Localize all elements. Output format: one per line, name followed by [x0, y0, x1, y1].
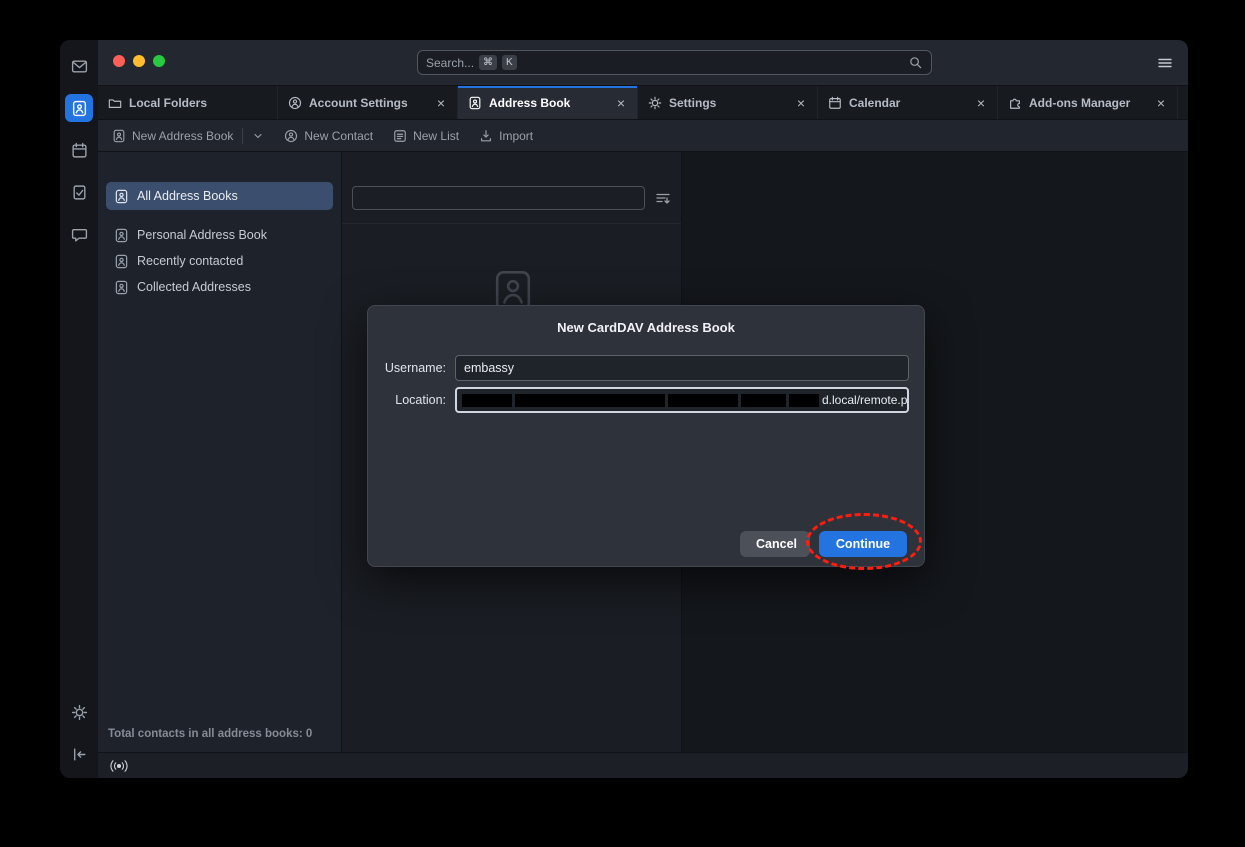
tab-settings[interactable]: Settings ×	[638, 86, 818, 119]
new-list-button[interactable]: New List	[393, 129, 459, 143]
search-placeholder: Search...	[426, 56, 474, 70]
macos-window-controls	[113, 55, 165, 67]
chevron-down-icon[interactable]	[252, 130, 264, 142]
address-book-icon	[71, 100, 88, 117]
gear-icon	[648, 96, 662, 110]
new-contact-button[interactable]: New Contact	[284, 129, 373, 143]
address-book-icon	[114, 228, 129, 243]
tab-close-icon[interactable]: ×	[1155, 96, 1167, 110]
address-book-item-personal[interactable]: Personal Address Book	[106, 222, 333, 248]
envelope-icon	[71, 58, 88, 75]
tab-address-book[interactable]: Address Book ×	[458, 86, 638, 119]
dialog-title: New CardDAV Address Book	[368, 306, 924, 335]
chat-icon	[71, 226, 88, 243]
tab-close-icon[interactable]: ×	[975, 96, 987, 110]
address-book-item-all[interactable]: All Address Books	[106, 182, 333, 210]
total-contacts-status: Total contacts in all address books: 0	[108, 728, 312, 740]
status-bar	[98, 752, 1188, 778]
tab-close-icon[interactable]: ×	[435, 96, 447, 110]
new-address-book-button[interactable]: New Address Book	[112, 128, 264, 144]
address-book-item-recent[interactable]: Recently contacted	[106, 248, 333, 274]
list-icon	[393, 129, 407, 143]
mail-space-button[interactable]	[65, 52, 93, 80]
close-window-button[interactable]	[113, 55, 125, 67]
redaction-bar	[741, 394, 786, 407]
continue-button[interactable]: Continue	[819, 531, 907, 557]
split-button-divider	[242, 128, 243, 144]
tab-addons-manager[interactable]: Add-ons Manager ×	[998, 86, 1178, 119]
titlebar: Search... ⌘ K	[98, 40, 1188, 86]
username-label: Username:	[368, 361, 446, 375]
account-settings-icon	[288, 96, 302, 110]
puzzle-icon	[1008, 96, 1022, 110]
import-icon	[479, 129, 493, 143]
global-search-bar[interactable]: Search... ⌘ K	[417, 50, 932, 75]
location-input[interactable]: d.local/remote.p	[455, 387, 909, 413]
gear-icon	[71, 704, 88, 721]
contact-icon	[284, 129, 298, 143]
tab-local-folders[interactable]: Local Folders	[98, 86, 278, 119]
tasks-space-button[interactable]	[65, 178, 93, 206]
desktop-background: Search... ⌘ K	[0, 0, 1245, 847]
broadcast-icon	[109, 759, 129, 773]
address-book-toolbar: New Address Book New Contact	[98, 120, 1188, 152]
spaces-toolbar	[60, 40, 98, 778]
address-book-icon	[468, 96, 482, 110]
dialog-buttons: Cancel Continue	[740, 531, 907, 557]
chat-space-button[interactable]	[65, 220, 93, 248]
k-key-badge: K	[502, 55, 517, 70]
minimize-window-button[interactable]	[133, 55, 145, 67]
redaction-bar	[789, 394, 819, 407]
tab-calendar[interactable]: Calendar ×	[818, 86, 998, 119]
redaction-bar	[668, 394, 738, 407]
calendar-space-button[interactable]	[65, 136, 93, 164]
address-book-icon	[114, 280, 129, 295]
cancel-button[interactable]: Cancel	[740, 531, 810, 557]
username-row: Username:	[368, 355, 924, 381]
tab-close-icon[interactable]: ×	[615, 96, 627, 110]
address-book-icon	[114, 189, 129, 204]
location-label: Location:	[368, 393, 446, 407]
import-button[interactable]: Import	[479, 129, 533, 143]
spaces-settings-button[interactable]	[65, 698, 93, 726]
address-book-item-collected[interactable]: Collected Addresses	[106, 274, 333, 300]
search-icon	[908, 55, 923, 70]
tab-bar: Local Folders Account Settings × Address…	[98, 86, 1188, 120]
app-menu-button[interactable]	[1157, 55, 1173, 71]
tasks-icon	[71, 184, 88, 201]
address-books-pane: All Address Books Personal Address Book …	[98, 152, 342, 752]
zoom-window-button[interactable]	[153, 55, 165, 67]
location-visible-text: d.local/remote.p	[822, 393, 907, 407]
tab-account-settings[interactable]: Account Settings ×	[278, 86, 458, 119]
contacts-search-input[interactable]	[352, 186, 645, 210]
cmd-key-badge: ⌘	[479, 55, 497, 70]
address-book-icon	[112, 129, 126, 143]
hamburger-icon	[1157, 55, 1173, 71]
redaction-bar	[462, 394, 512, 407]
address-book-space-button[interactable]	[65, 94, 93, 122]
username-input[interactable]	[455, 355, 909, 381]
location-row: Location: d.local/remote.p	[368, 387, 924, 413]
calendar-icon	[828, 96, 842, 110]
collapse-spaces-button[interactable]	[65, 740, 93, 768]
contacts-search-row	[342, 152, 681, 224]
collapse-icon	[71, 746, 88, 763]
tab-close-icon[interactable]: ×	[795, 96, 807, 110]
calendar-icon	[71, 142, 88, 159]
redaction-bar	[515, 394, 665, 407]
address-book-icon	[114, 254, 129, 269]
folder-icon	[108, 96, 122, 110]
display-options-icon[interactable]	[655, 190, 671, 206]
new-carddav-dialog: New CardDAV Address Book Username: Locat…	[367, 305, 925, 567]
